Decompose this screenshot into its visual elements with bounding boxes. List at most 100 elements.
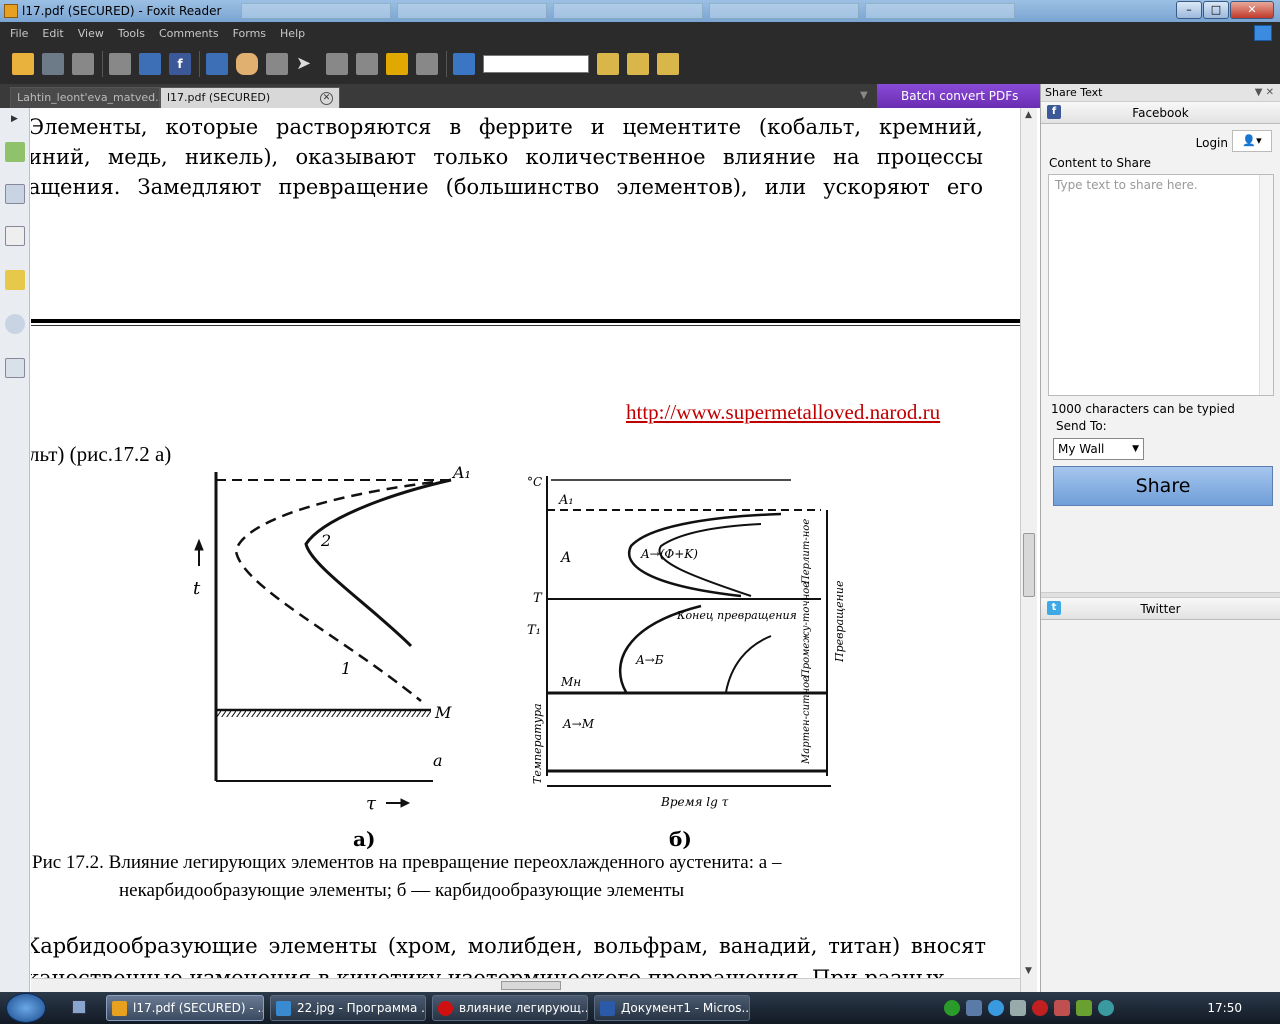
- maximize-button[interactable]: □: [1203, 1, 1229, 19]
- t1-label-b: T₁: [527, 623, 541, 638]
- prev-icon[interactable]: [597, 53, 619, 75]
- menu-forms[interactable]: Forms: [233, 27, 266, 40]
- scroll-down-icon[interactable]: ▼: [1025, 966, 1032, 976]
- document-view[interactable]: Элементы, которые растворяются в феррите…: [31, 108, 1020, 992]
- x-axis-label-b: Время lg τ: [660, 795, 729, 809]
- hand-icon[interactable]: [236, 53, 258, 75]
- zoom-icon[interactable]: [266, 53, 288, 75]
- bookmarks-icon[interactable]: [5, 142, 25, 162]
- text-select-icon[interactable]: [326, 53, 348, 75]
- opera-icon: [438, 1001, 453, 1016]
- pane-controls-icon[interactable]: ▼ ✕: [1255, 84, 1274, 102]
- taskbar: l17.pdf (SECURED) - ... 22.jpg - Програм…: [0, 992, 1280, 1024]
- attachments-icon[interactable]: [5, 314, 25, 334]
- figure-caption-line-1: Рис 17.2. Влияние легирующих элементов н…: [32, 852, 782, 873]
- a-label-b: A: [559, 550, 571, 566]
- tray-app-icon[interactable]: [966, 1000, 982, 1016]
- taskbar-item-word[interactable]: Документ1 - Micros...: [594, 995, 750, 1021]
- clock[interactable]: 17:50: [1207, 1001, 1242, 1015]
- expand-panel-icon[interactable]: ▶: [11, 114, 18, 124]
- print-icon[interactable]: [109, 53, 131, 75]
- send-to-value: My Wall: [1058, 442, 1105, 456]
- menu-help[interactable]: Help: [280, 27, 305, 40]
- email-icon[interactable]: [139, 53, 161, 75]
- facebook-section-header[interactable]: f Facebook: [1041, 102, 1280, 124]
- taskbar-item-opera[interactable]: влияние легирующ...: [432, 995, 588, 1021]
- pages-icon[interactable]: [5, 184, 25, 204]
- scroll-thumb[interactable]: [1023, 533, 1035, 597]
- taskbar-item-image-viewer[interactable]: 22.jpg - Программа ...: [270, 995, 426, 1021]
- save-icon[interactable]: [42, 53, 64, 75]
- scroll-up-icon[interactable]: ▲: [1025, 110, 1032, 120]
- layers-icon[interactable]: [5, 226, 25, 246]
- y-axis-label-b: Температура: [531, 703, 544, 784]
- quick-launch-icon[interactable]: [72, 1000, 86, 1014]
- image-viewer-icon: [276, 1001, 291, 1016]
- menu-view[interactable]: View: [78, 27, 104, 40]
- document-vertical-scrollbar[interactable]: ▲ ▼: [1020, 108, 1037, 992]
- next-icon[interactable]: [627, 53, 649, 75]
- restore-layout-icon[interactable]: [1254, 25, 1272, 41]
- comments-icon[interactable]: [5, 270, 25, 290]
- facebook-section: Login 👤▾ Content to Share Type text to s…: [1041, 124, 1280, 592]
- signatures-icon[interactable]: [5, 358, 25, 378]
- minimize-button[interactable]: –: [1176, 1, 1202, 19]
- caption-a: а): [353, 827, 375, 851]
- hscroll-thumb[interactable]: [501, 981, 561, 990]
- twitter-section-header[interactable]: t Twitter: [1041, 598, 1280, 620]
- close-tab-icon[interactable]: ✕: [320, 92, 333, 105]
- snapshot-icon[interactable]: [356, 53, 378, 75]
- batch-convert-button[interactable]: Batch convert PDFs: [877, 84, 1040, 108]
- sub-label-a: a: [433, 751, 443, 770]
- toolbar-separator: [102, 51, 103, 77]
- tab-l17[interactable]: l17.pdf (SECURED) ✕: [160, 87, 340, 108]
- annotate-icon[interactable]: [657, 53, 679, 75]
- login-user-button[interactable]: 👤▾: [1232, 130, 1272, 152]
- tray-language-icon[interactable]: [1010, 1000, 1026, 1016]
- share-text-pane: Share Text ▼ ✕ f Facebook Login 👤▾ Conte…: [1040, 84, 1280, 992]
- open-icon[interactable]: [12, 53, 34, 75]
- taskbar-item-label: влияние легирующ...: [459, 1001, 588, 1015]
- sign-icon[interactable]: [416, 53, 438, 75]
- start-button[interactable]: [6, 993, 46, 1023]
- print-setup-icon[interactable]: [72, 53, 94, 75]
- search-input[interactable]: [483, 55, 589, 73]
- tab-lahtin[interactable]: Lahtin_leont'eva_matved...: [10, 87, 166, 108]
- tray-opera-icon[interactable]: [1032, 1000, 1048, 1016]
- pearlite-reaction-label: A→(Φ+K): [640, 547, 698, 561]
- menu-tools[interactable]: Tools: [118, 27, 145, 40]
- title-bar: l17.pdf (SECURED) - Foxit Reader: [0, 0, 1280, 22]
- tray-app-icon[interactable]: [944, 1000, 960, 1016]
- diagram-b: [546, 476, 831, 787]
- a1-label-b: A₁: [558, 493, 574, 508]
- find-icon[interactable]: [453, 53, 475, 75]
- curve-2-label: 2: [320, 531, 331, 550]
- send-to-select[interactable]: My Wall ▼: [1053, 438, 1144, 460]
- select-icon[interactable]: ➤: [296, 53, 318, 75]
- header-url-link[interactable]: http://www.supermetalloved.narod.ru: [626, 400, 940, 425]
- menu-edit[interactable]: Edit: [42, 27, 63, 40]
- menu-comments[interactable]: Comments: [159, 27, 219, 40]
- figure-17-2: t A₁ 2 1 M a τ а) °C A₁ A A→(Φ+K) T T₁ К…: [193, 466, 846, 851]
- share-button[interactable]: Share: [1053, 466, 1273, 506]
- facebook-icon[interactable]: f: [169, 53, 191, 75]
- tray-app-icon[interactable]: [1098, 1000, 1114, 1016]
- background-window-ghosts: [241, 3, 1016, 19]
- martensite-reaction-label: A→M: [562, 717, 595, 731]
- close-button[interactable]: ✕: [1230, 1, 1274, 19]
- tab-list-dropdown-icon[interactable]: ▼: [860, 90, 868, 101]
- twitter-icon: t: [1047, 601, 1061, 615]
- textarea-scrollbar[interactable]: [1259, 175, 1273, 395]
- screen-icon[interactable]: [206, 53, 228, 75]
- share-text-placeholder: Type text to share here.: [1055, 178, 1198, 192]
- tray-volume-icon[interactable]: [1054, 1000, 1070, 1016]
- taskbar-item-foxit[interactable]: l17.pdf (SECURED) - ...: [106, 995, 264, 1021]
- rms-lock-icon[interactable]: [386, 53, 408, 75]
- share-text-input[interactable]: Type text to share here.: [1048, 174, 1274, 396]
- word-icon: [600, 1001, 615, 1016]
- curve-1-label: 1: [341, 659, 351, 678]
- menu-file[interactable]: File: [10, 27, 28, 40]
- tray-nvidia-icon[interactable]: [1076, 1000, 1092, 1016]
- tray-network-icon[interactable]: [988, 1000, 1004, 1016]
- document-horizontal-scrollbar[interactable]: [31, 978, 1020, 992]
